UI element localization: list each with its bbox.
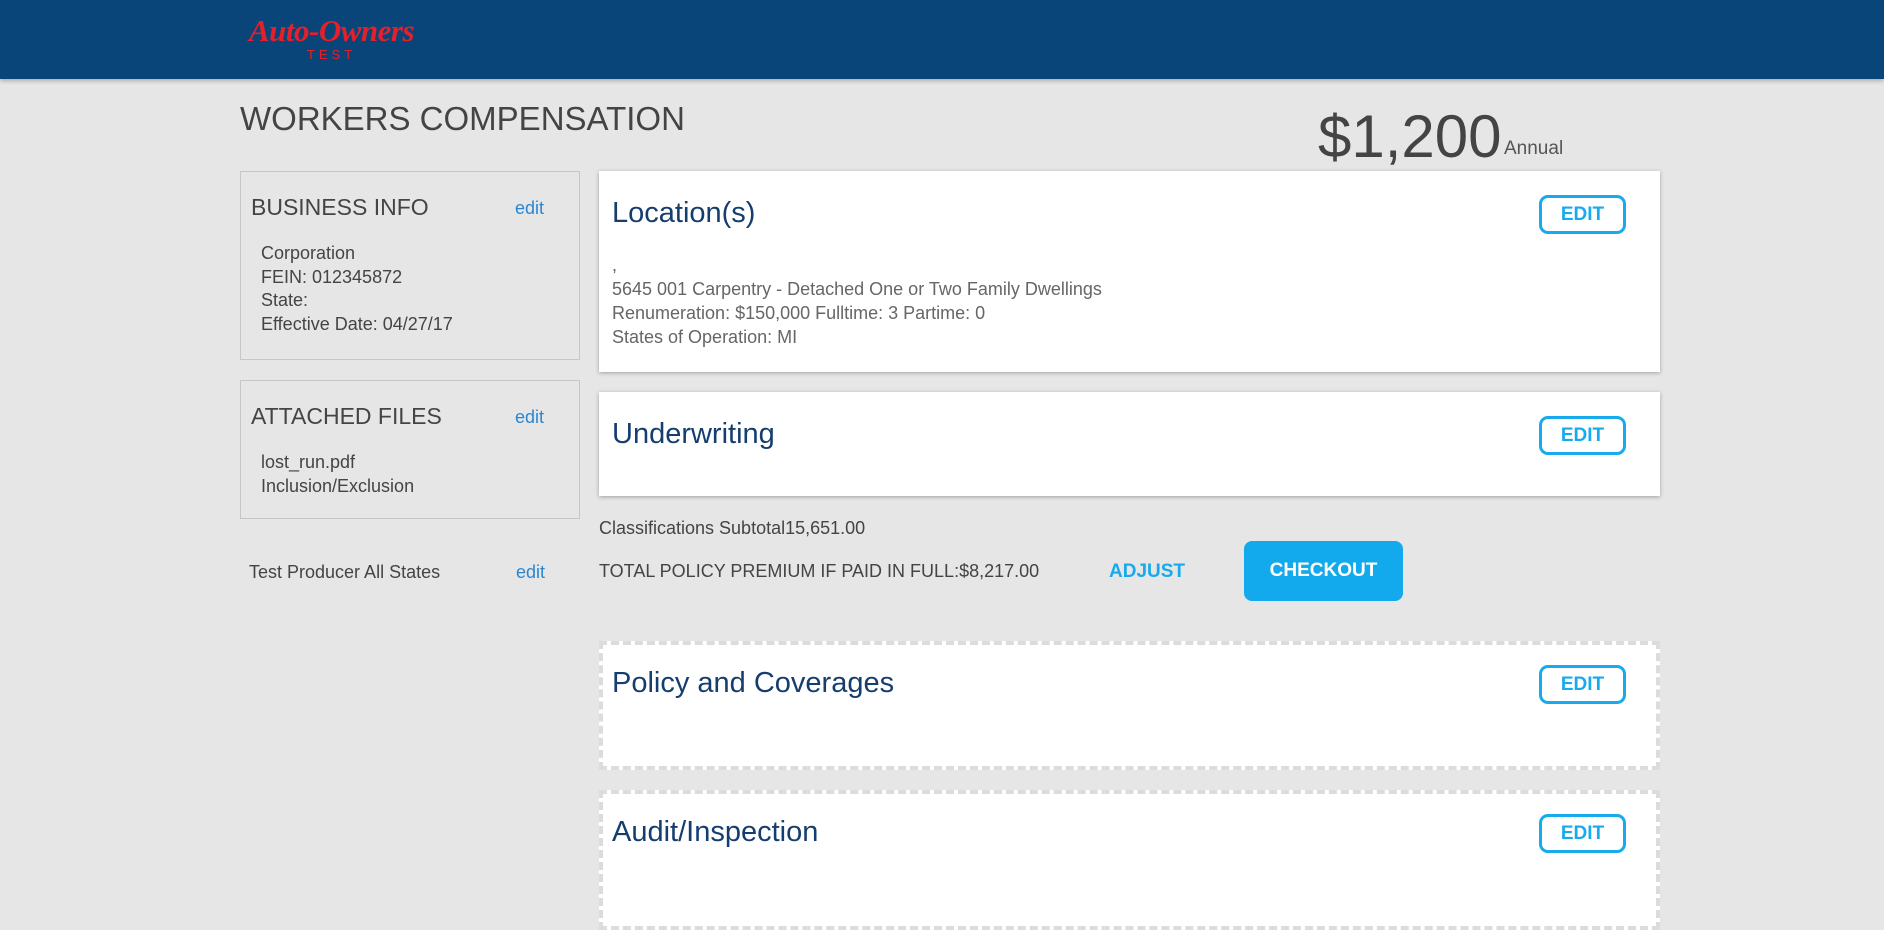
attached-files-title: ATTACHED FILES: [251, 403, 442, 429]
top-bar: Auto-Owners TEST: [0, 0, 1884, 79]
file-item[interactable]: Inclusion/Exclusion: [261, 475, 414, 499]
price-period: Annual: [1504, 138, 1564, 159]
state: State:: [261, 290, 309, 310]
location-renumeration: Renumeration: $150,000 Fulltime: 3 Parti…: [612, 303, 986, 323]
underwriting-title: Underwriting: [612, 418, 775, 450]
location-classification: 5645 001 Carpentry - Detached One or Two…: [612, 279, 1102, 299]
attached-files-edit-link[interactable]: edit: [515, 407, 544, 428]
audit-inspection-card: Audit/Inspection EDIT: [599, 790, 1660, 930]
policy-coverages-title: Policy and Coverages: [612, 667, 895, 699]
underwriting-edit-button[interactable]: EDIT: [1539, 416, 1626, 455]
policy-coverages-card: Policy and Coverages EDIT: [599, 641, 1660, 770]
producer-edit-link[interactable]: edit: [516, 562, 545, 583]
classifications-subtotal: Classifications Subtotal15,651.00: [599, 518, 866, 538]
business-type: Corporation: [261, 243, 356, 263]
audit-inspection-edit-button[interactable]: EDIT: [1539, 814, 1626, 853]
checkout-button[interactable]: CHECKOUT: [1244, 541, 1403, 601]
business-info-edit-link[interactable]: edit: [515, 198, 544, 219]
policy-coverages-edit-button[interactable]: EDIT: [1539, 665, 1626, 704]
attached-files-panel: ATTACHED FILES edit lost_run.pdf Inclusi…: [240, 380, 580, 519]
page-title: WORKERS COMPENSATION: [240, 100, 685, 137]
file-item[interactable]: lost_run.pdf: [261, 451, 414, 475]
price-amount: $1,200: [1318, 103, 1502, 170]
locations-card: Location(s) EDIT , 5645 001 Carpentry - …: [599, 171, 1660, 372]
fein: FEIN: 012345872: [261, 266, 403, 287]
audit-inspection-title: Audit/Inspection: [612, 816, 819, 848]
total-policy-premium: TOTAL POLICY PREMIUM IF PAID IN FULL:$8,…: [599, 561, 1040, 581]
business-info-title: BUSINESS INFO: [251, 194, 429, 220]
logo-subtext: TEST: [306, 47, 357, 62]
underwriting-card: Underwriting EDIT: [599, 392, 1660, 496]
location-states: States of Operation: MI: [612, 327, 798, 347]
locations-title: Location(s): [612, 197, 756, 229]
producer-name: Test Producer All States: [249, 562, 441, 582]
effective-date: Effective Date: 04/27/17: [261, 313, 453, 334]
adjust-button[interactable]: ADJUST: [1109, 561, 1185, 583]
auto-owners-logo[interactable]: Auto-Owners TEST: [249, 13, 415, 62]
locations-edit-button[interactable]: EDIT: [1539, 195, 1626, 234]
business-info-panel: BUSINESS INFO edit Corporation FEIN: 012…: [240, 171, 580, 360]
logo-text: Auto-Owners: [249, 13, 415, 48]
location-address: ,: [612, 255, 618, 275]
